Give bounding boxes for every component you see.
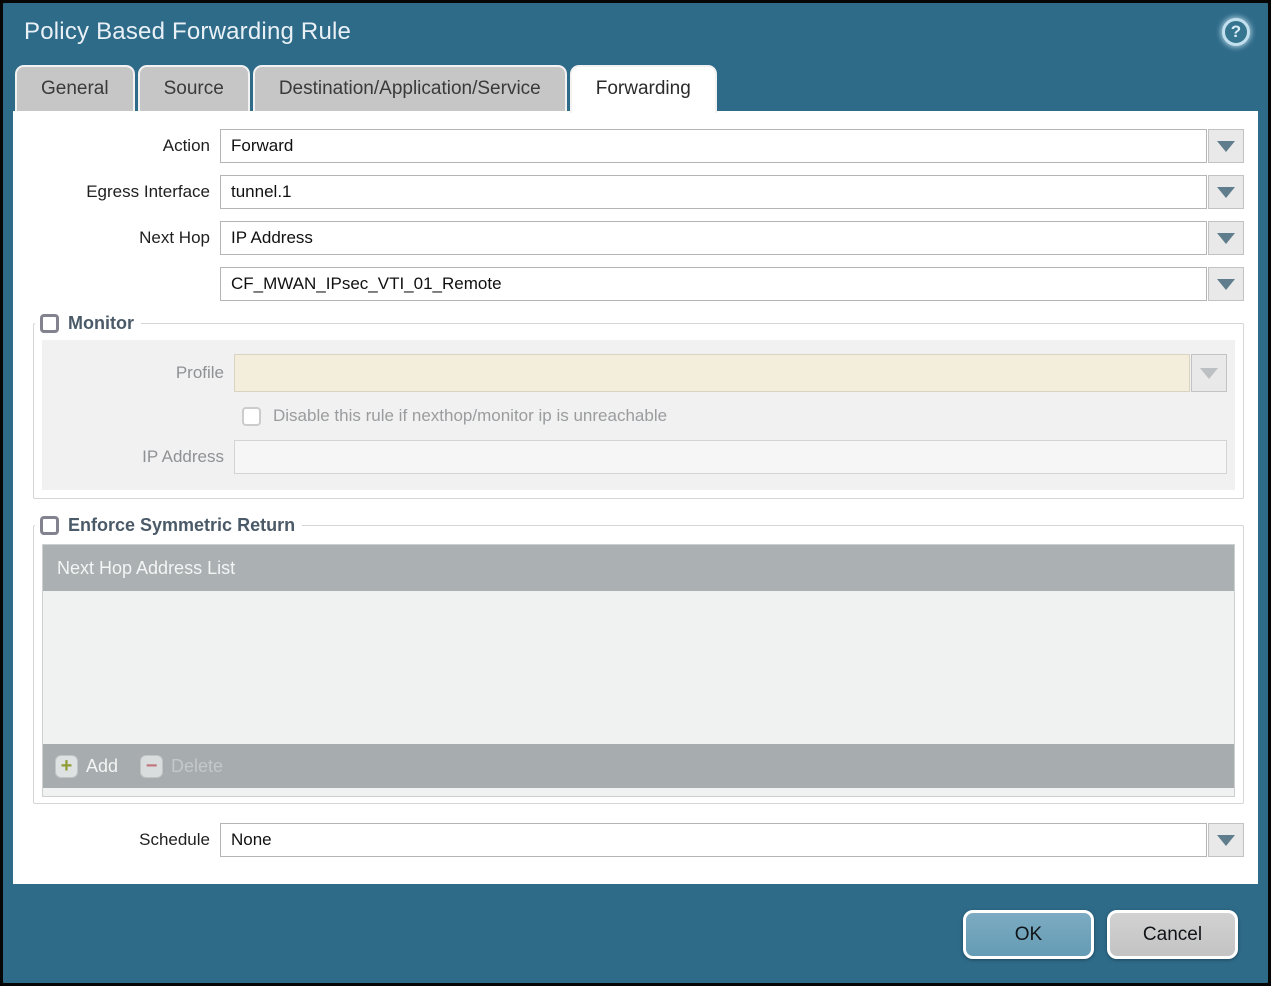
profile-label: Profile: [175, 363, 224, 382]
tab-source[interactable]: Source: [137, 65, 250, 111]
next-hop-row: Next Hop: [13, 221, 1244, 255]
table-body[interactable]: [43, 591, 1234, 744]
add-button-label: Add: [86, 755, 119, 776]
chevron-down-icon: [1217, 834, 1235, 846]
chevron-down-icon: [1217, 278, 1235, 290]
add-button[interactable]: + Add: [55, 754, 119, 778]
tab-general[interactable]: General: [15, 65, 135, 111]
cancel-button[interactable]: Cancel: [1107, 910, 1238, 959]
disable-rule-row: Disable this rule if nexthop/monitor ip …: [242, 406, 1235, 426]
action-input[interactable]: [220, 129, 1207, 163]
schedule-dropdown-button[interactable]: [1208, 823, 1244, 857]
egress-interface-dropdown-button[interactable]: [1208, 175, 1244, 209]
schedule-row: Schedule: [13, 823, 1244, 857]
next-hop-address-combo: [220, 267, 1244, 301]
monitor-checkbox[interactable]: [40, 314, 59, 333]
profile-dropdown-button: [1191, 354, 1227, 392]
delete-button-label: Delete: [171, 755, 224, 776]
symmetric-return-checkbox[interactable]: [40, 516, 59, 535]
monitor-legend-label: Monitor: [68, 313, 134, 333]
plus-icon: +: [55, 754, 78, 778]
action-combo: [220, 129, 1244, 163]
minus-icon: −: [140, 754, 164, 778]
egress-interface-combo: [220, 175, 1244, 209]
monitor-fieldset: Monitor Profile Disable this rule if nex…: [33, 313, 1244, 499]
next-hop-type-combo: [220, 221, 1244, 255]
policy-based-forwarding-dialog: Policy Based Forwarding Rule ? General S…: [0, 0, 1271, 986]
monitor-ip-address-input: [234, 440, 1227, 474]
next-hop-address-dropdown-button[interactable]: [1208, 267, 1244, 301]
tab-strip: General Source Destination/Application/S…: [3, 61, 1268, 113]
action-row: Action: [13, 129, 1244, 163]
table-header-label: Next Hop Address List: [57, 557, 236, 578]
action-dropdown-button[interactable]: [1208, 129, 1244, 163]
tab-forwarding[interactable]: Forwarding: [569, 65, 717, 113]
monitor-panel: Profile Disable this rule if nexthop/mon…: [42, 340, 1235, 490]
chevron-down-icon: [1217, 232, 1235, 244]
profile-input: [234, 354, 1190, 392]
monitor-ip-address-row: IP Address: [42, 440, 1227, 474]
next-hop-type-input[interactable]: [220, 221, 1207, 255]
symmetric-return-fieldset: Enforce Symmetric Return Next Hop Addres…: [33, 515, 1244, 804]
schedule-label: Schedule: [139, 830, 210, 849]
dialog-footer: OK Cancel: [3, 884, 1268, 983]
tab-destination-application-service[interactable]: Destination/Application/Service: [252, 65, 567, 111]
egress-interface-input[interactable]: [220, 175, 1207, 209]
schedule-input[interactable]: [220, 823, 1207, 857]
profile-row: Profile: [42, 354, 1227, 392]
help-icon[interactable]: ?: [1222, 18, 1250, 46]
next-hop-label: Next Hop: [139, 228, 210, 247]
monitor-ip-address-label: IP Address: [142, 447, 224, 466]
ok-button[interactable]: OK: [963, 910, 1094, 959]
symmetric-return-legend-label: Enforce Symmetric Return: [68, 515, 296, 535]
action-label: Action: [162, 136, 210, 155]
symmetric-return-legend: Enforce Symmetric Return: [35, 515, 302, 536]
monitor-legend: Monitor: [35, 313, 141, 334]
egress-interface-label: Egress Interface: [86, 182, 210, 201]
next-hop-address-input[interactable]: [220, 267, 1207, 301]
next-hop-address-row: [13, 267, 1244, 301]
delete-button: − Delete: [140, 754, 224, 778]
schedule-combo: [220, 823, 1244, 857]
table-header: Next Hop Address List: [43, 545, 1234, 591]
table-footer: + Add − Delete: [43, 744, 1234, 788]
title-bar: Policy Based Forwarding Rule ?: [3, 3, 1268, 61]
chevron-down-icon: [1217, 186, 1235, 198]
profile-combo: [234, 354, 1227, 392]
disable-rule-checkbox: [242, 406, 261, 426]
monitor-ip-address-combo: [234, 440, 1227, 474]
forwarding-tab-panel: Action Egress Interface Next Hop: [13, 111, 1258, 884]
chevron-down-icon: [1200, 367, 1218, 379]
next-hop-address-list-table: Next Hop Address List + Add − Delete: [42, 544, 1235, 797]
dialog-title: Policy Based Forwarding Rule: [24, 18, 352, 45]
next-hop-type-dropdown-button[interactable]: [1208, 221, 1244, 255]
disable-rule-caption: Disable this rule if nexthop/monitor ip …: [273, 406, 668, 425]
egress-interface-row: Egress Interface: [13, 175, 1244, 209]
chevron-down-icon: [1217, 140, 1235, 152]
